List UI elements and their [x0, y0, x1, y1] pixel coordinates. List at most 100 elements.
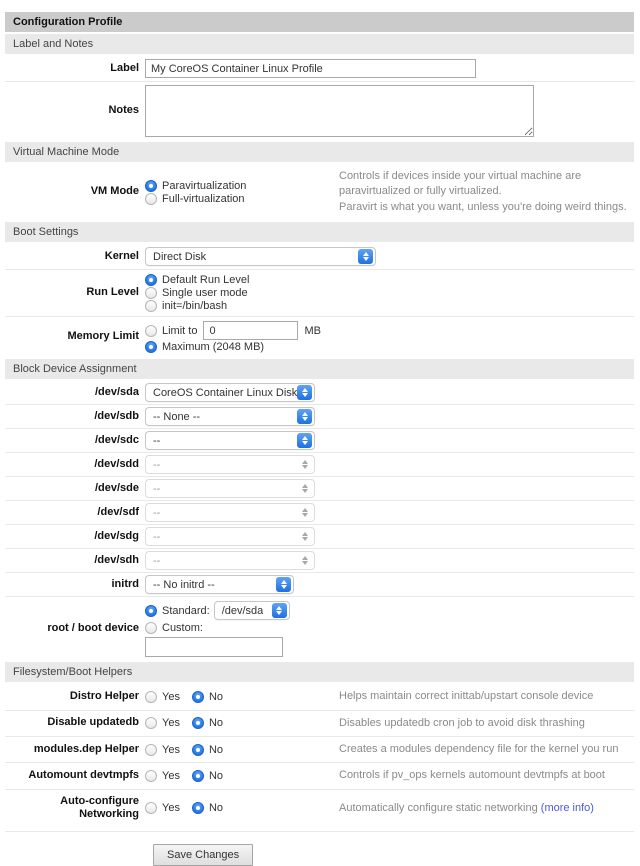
radio-unchecked-icon[interactable] — [145, 193, 157, 205]
radio-unchecked-icon[interactable] — [145, 744, 157, 756]
radio-checked-icon[interactable] — [145, 274, 157, 286]
yes-label: Yes — [162, 770, 180, 782]
initrd-select[interactable]: -- No initrd -- — [145, 575, 294, 594]
device-sdc-select[interactable]: -- — [145, 431, 315, 450]
page-title: Configuration Profile — [5, 12, 634, 32]
vm-mode-option-full-virtualization[interactable]: Full-virtualization — [145, 193, 339, 205]
yes-label: Yes — [162, 802, 180, 814]
device-select-value: -- — [153, 459, 160, 471]
initrd-row: initrd -- No initrd -- — [5, 572, 634, 596]
select-stepper-icon — [297, 433, 312, 448]
kernel-select[interactable]: Direct Disk — [145, 247, 376, 266]
auto-configure-networking-help: Automatically configure static networkin… — [339, 802, 538, 814]
run-level-option-default[interactable]: Default Run Level — [145, 274, 339, 286]
vm-mode-help-line-1: Controls if devices inside your virtual … — [339, 169, 634, 200]
device-sdd-select[interactable]: -- — [145, 455, 315, 474]
device-sde-select[interactable]: -- — [145, 479, 315, 498]
radio-checked-icon[interactable] — [192, 717, 204, 729]
radio-checked-icon[interactable] — [192, 802, 204, 814]
device-sdh-select[interactable]: -- — [145, 551, 315, 570]
device-label: /dev/sdg — [5, 530, 145, 544]
kernel-label: Kernel — [5, 250, 145, 264]
vm-mode-label: VM Mode — [5, 185, 145, 199]
block-device-row-sdg: /dev/sdg -- — [5, 524, 634, 548]
disable-updatedb-no-option[interactable]: No — [192, 717, 223, 729]
device-label: /dev/sde — [5, 482, 145, 496]
radio-unchecked-icon[interactable] — [145, 717, 157, 729]
device-select-value: -- — [153, 531, 160, 543]
no-label: No — [209, 744, 223, 756]
block-device-row-sdc: /dev/sdc -- — [5, 428, 634, 452]
automount-devtmpfs-yes-option[interactable]: Yes — [145, 770, 180, 782]
radio-unchecked-icon[interactable] — [145, 691, 157, 703]
standard-device-select[interactable]: /dev/sda — [214, 601, 290, 620]
modules-dep-no-option[interactable]: No — [192, 744, 223, 756]
select-stepper-icon — [276, 577, 291, 592]
distro-helper-yes-option[interactable]: Yes — [145, 691, 180, 703]
radio-unchecked-icon[interactable] — [145, 287, 157, 299]
modules-dep-helper-row: modules.dep Helper Yes No Creates a modu… — [5, 736, 634, 762]
radio-option-label: Single user mode — [162, 287, 248, 299]
block-device-row-sdh: /dev/sdh -- — [5, 548, 634, 572]
device-sdf-select[interactable]: -- — [145, 503, 315, 522]
notes-textarea[interactable] — [145, 85, 534, 137]
device-label: /dev/sda — [5, 386, 145, 400]
run-level-option-single-user[interactable]: Single user mode — [145, 287, 339, 299]
memory-limit-to-label: Limit to — [162, 325, 197, 337]
memory-limit-input[interactable] — [203, 321, 298, 340]
disable-updatedb-yes-option[interactable]: Yes — [145, 717, 180, 729]
radio-checked-icon[interactable] — [145, 605, 157, 617]
section-header-label-and-notes: Label and Notes — [5, 34, 634, 54]
custom-root-device-input[interactable] — [145, 637, 283, 657]
radio-unchecked-icon[interactable] — [145, 770, 157, 782]
label-field-label: Label — [5, 62, 145, 76]
label-input[interactable] — [145, 59, 476, 78]
standard-option-label: Standard: — [162, 605, 210, 617]
radio-unchecked-icon[interactable] — [145, 325, 157, 337]
memory-limit-option-maximum[interactable]: Maximum (2048 MB) — [145, 341, 339, 353]
device-sdb-select[interactable]: -- None -- — [145, 407, 315, 426]
modules-dep-yes-option[interactable]: Yes — [145, 744, 180, 756]
yes-label: Yes — [162, 717, 180, 729]
vm-mode-help-line-2: Paravirt is what you want, unless you're… — [339, 200, 634, 215]
radio-checked-icon[interactable] — [192, 770, 204, 782]
device-label: /dev/sdf — [5, 506, 145, 520]
automount-devtmpfs-no-option[interactable]: No — [192, 770, 223, 782]
configuration-profile-page: Configuration Profile Label and Notes La… — [0, 0, 640, 866]
root-device-option-standard[interactable]: Standard: /dev/sda — [145, 601, 290, 620]
radio-checked-icon[interactable] — [145, 180, 157, 192]
select-stepper-icon — [297, 481, 312, 496]
memory-limit-option-limit[interactable]: Limit to MB — [145, 321, 339, 340]
disable-updatedb-label: Disable updatedb — [5, 716, 145, 730]
select-stepper-icon — [297, 409, 312, 424]
vm-mode-option-paravirtualization[interactable]: Paravirtualization — [145, 180, 339, 192]
radio-checked-icon[interactable] — [192, 691, 204, 703]
device-sda-select[interactable]: CoreOS Container Linux Disk — [145, 383, 315, 402]
radio-unchecked-icon[interactable] — [145, 802, 157, 814]
device-label: /dev/sdc — [5, 434, 145, 448]
no-label: No — [209, 691, 223, 703]
distro-helper-no-option[interactable]: No — [192, 691, 223, 703]
radio-unchecked-icon[interactable] — [145, 300, 157, 312]
root-device-option-custom[interactable]: Custom: — [145, 622, 203, 634]
more-info-link[interactable]: (more info) — [541, 802, 594, 814]
run-level-option-init-bash[interactable]: init=/bin/bash — [145, 300, 339, 312]
run-level-label: Run Level — [5, 286, 145, 300]
disable-updatedb-help-text: Disables updatedb cron job to avoid disk… — [339, 716, 585, 731]
notes-row: Notes — [5, 81, 634, 140]
distro-helper-label: Distro Helper — [5, 690, 145, 704]
section-header-block-device-assignment: Block Device Assignment — [5, 359, 634, 379]
radio-checked-icon[interactable] — [192, 744, 204, 756]
block-device-row-sda: /dev/sda CoreOS Container Linux Disk — [5, 381, 634, 404]
automount-devtmpfs-label: Automount devtmpfs — [5, 769, 145, 783]
save-changes-button[interactable]: Save Changes — [153, 844, 253, 866]
device-select-value: -- — [153, 507, 160, 519]
auto-configure-networking-yes-option[interactable]: Yes — [145, 802, 180, 814]
auto-configure-networking-no-option[interactable]: No — [192, 802, 223, 814]
radio-checked-icon[interactable] — [145, 341, 157, 353]
device-sdg-select[interactable]: -- — [145, 527, 315, 546]
automount-devtmpfs-row: Automount devtmpfs Yes No Controls if pv… — [5, 762, 634, 788]
radio-unchecked-icon[interactable] — [145, 622, 157, 634]
device-label: /dev/sdd — [5, 458, 145, 472]
section-header-virtual-machine-mode: Virtual Machine Mode — [5, 142, 634, 162]
